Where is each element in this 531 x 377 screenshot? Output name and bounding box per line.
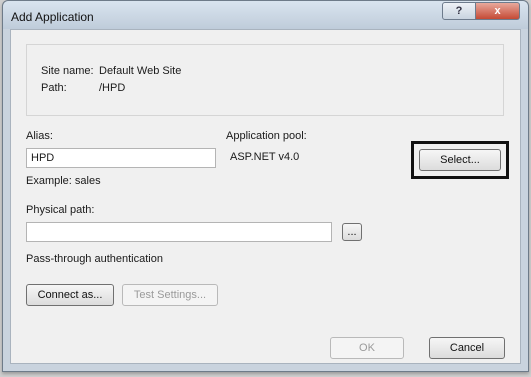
- physical-path-label: Physical path:: [26, 204, 95, 216]
- browse-button[interactable]: ...: [342, 223, 362, 241]
- dialog-title: Add Application: [11, 10, 94, 24]
- site-name-value: Default Web Site: [99, 65, 182, 77]
- add-application-dialog: Add Application ? x Site name: Default W…: [2, 0, 529, 372]
- close-button[interactable]: x: [476, 2, 520, 20]
- dialog-content: Site name: Default Web Site Path: /HPD A…: [10, 29, 521, 364]
- alias-input[interactable]: HPD: [26, 148, 216, 168]
- select-button-label: Select...: [440, 154, 480, 166]
- alias-example: Example: sales: [26, 175, 101, 187]
- site-name-row: Site name: Default Web Site: [41, 65, 181, 77]
- app-pool-label: Application pool:: [226, 130, 307, 142]
- connect-as-button[interactable]: Connect as...: [26, 284, 114, 306]
- close-icon: x: [494, 5, 501, 17]
- app-pool-value: ASP.NET v4.0: [230, 151, 300, 163]
- window-controls: ? x: [442, 2, 520, 20]
- cancel-label: Cancel: [449, 342, 485, 354]
- path-value: /HPD: [99, 82, 126, 94]
- path-label: Path:: [41, 82, 67, 94]
- connect-as-label: Connect as...: [37, 289, 103, 301]
- title-bar[interactable]: Add Application ? x: [3, 1, 528, 29]
- cancel-button[interactable]: Cancel: [429, 337, 505, 359]
- browse-icon: ...: [347, 226, 357, 238]
- help-button[interactable]: ?: [442, 2, 476, 20]
- site-name-label: Site name:: [41, 65, 94, 77]
- test-settings-button[interactable]: Test Settings...: [122, 284, 218, 306]
- alias-label: Alias:: [26, 130, 53, 142]
- path-row: Path: /HPD: [41, 82, 125, 94]
- ok-button[interactable]: OK: [330, 337, 404, 359]
- test-settings-label: Test Settings...: [133, 289, 207, 301]
- physical-path-input[interactable]: [26, 222, 332, 242]
- ok-label: OK: [359, 342, 375, 354]
- help-icon: ?: [455, 5, 463, 17]
- pass-through-auth-label: Pass-through authentication: [26, 253, 163, 265]
- select-app-pool-button[interactable]: Select...: [419, 149, 501, 171]
- site-info-panel: Site name: Default Web Site Path: /HPD: [26, 44, 504, 116]
